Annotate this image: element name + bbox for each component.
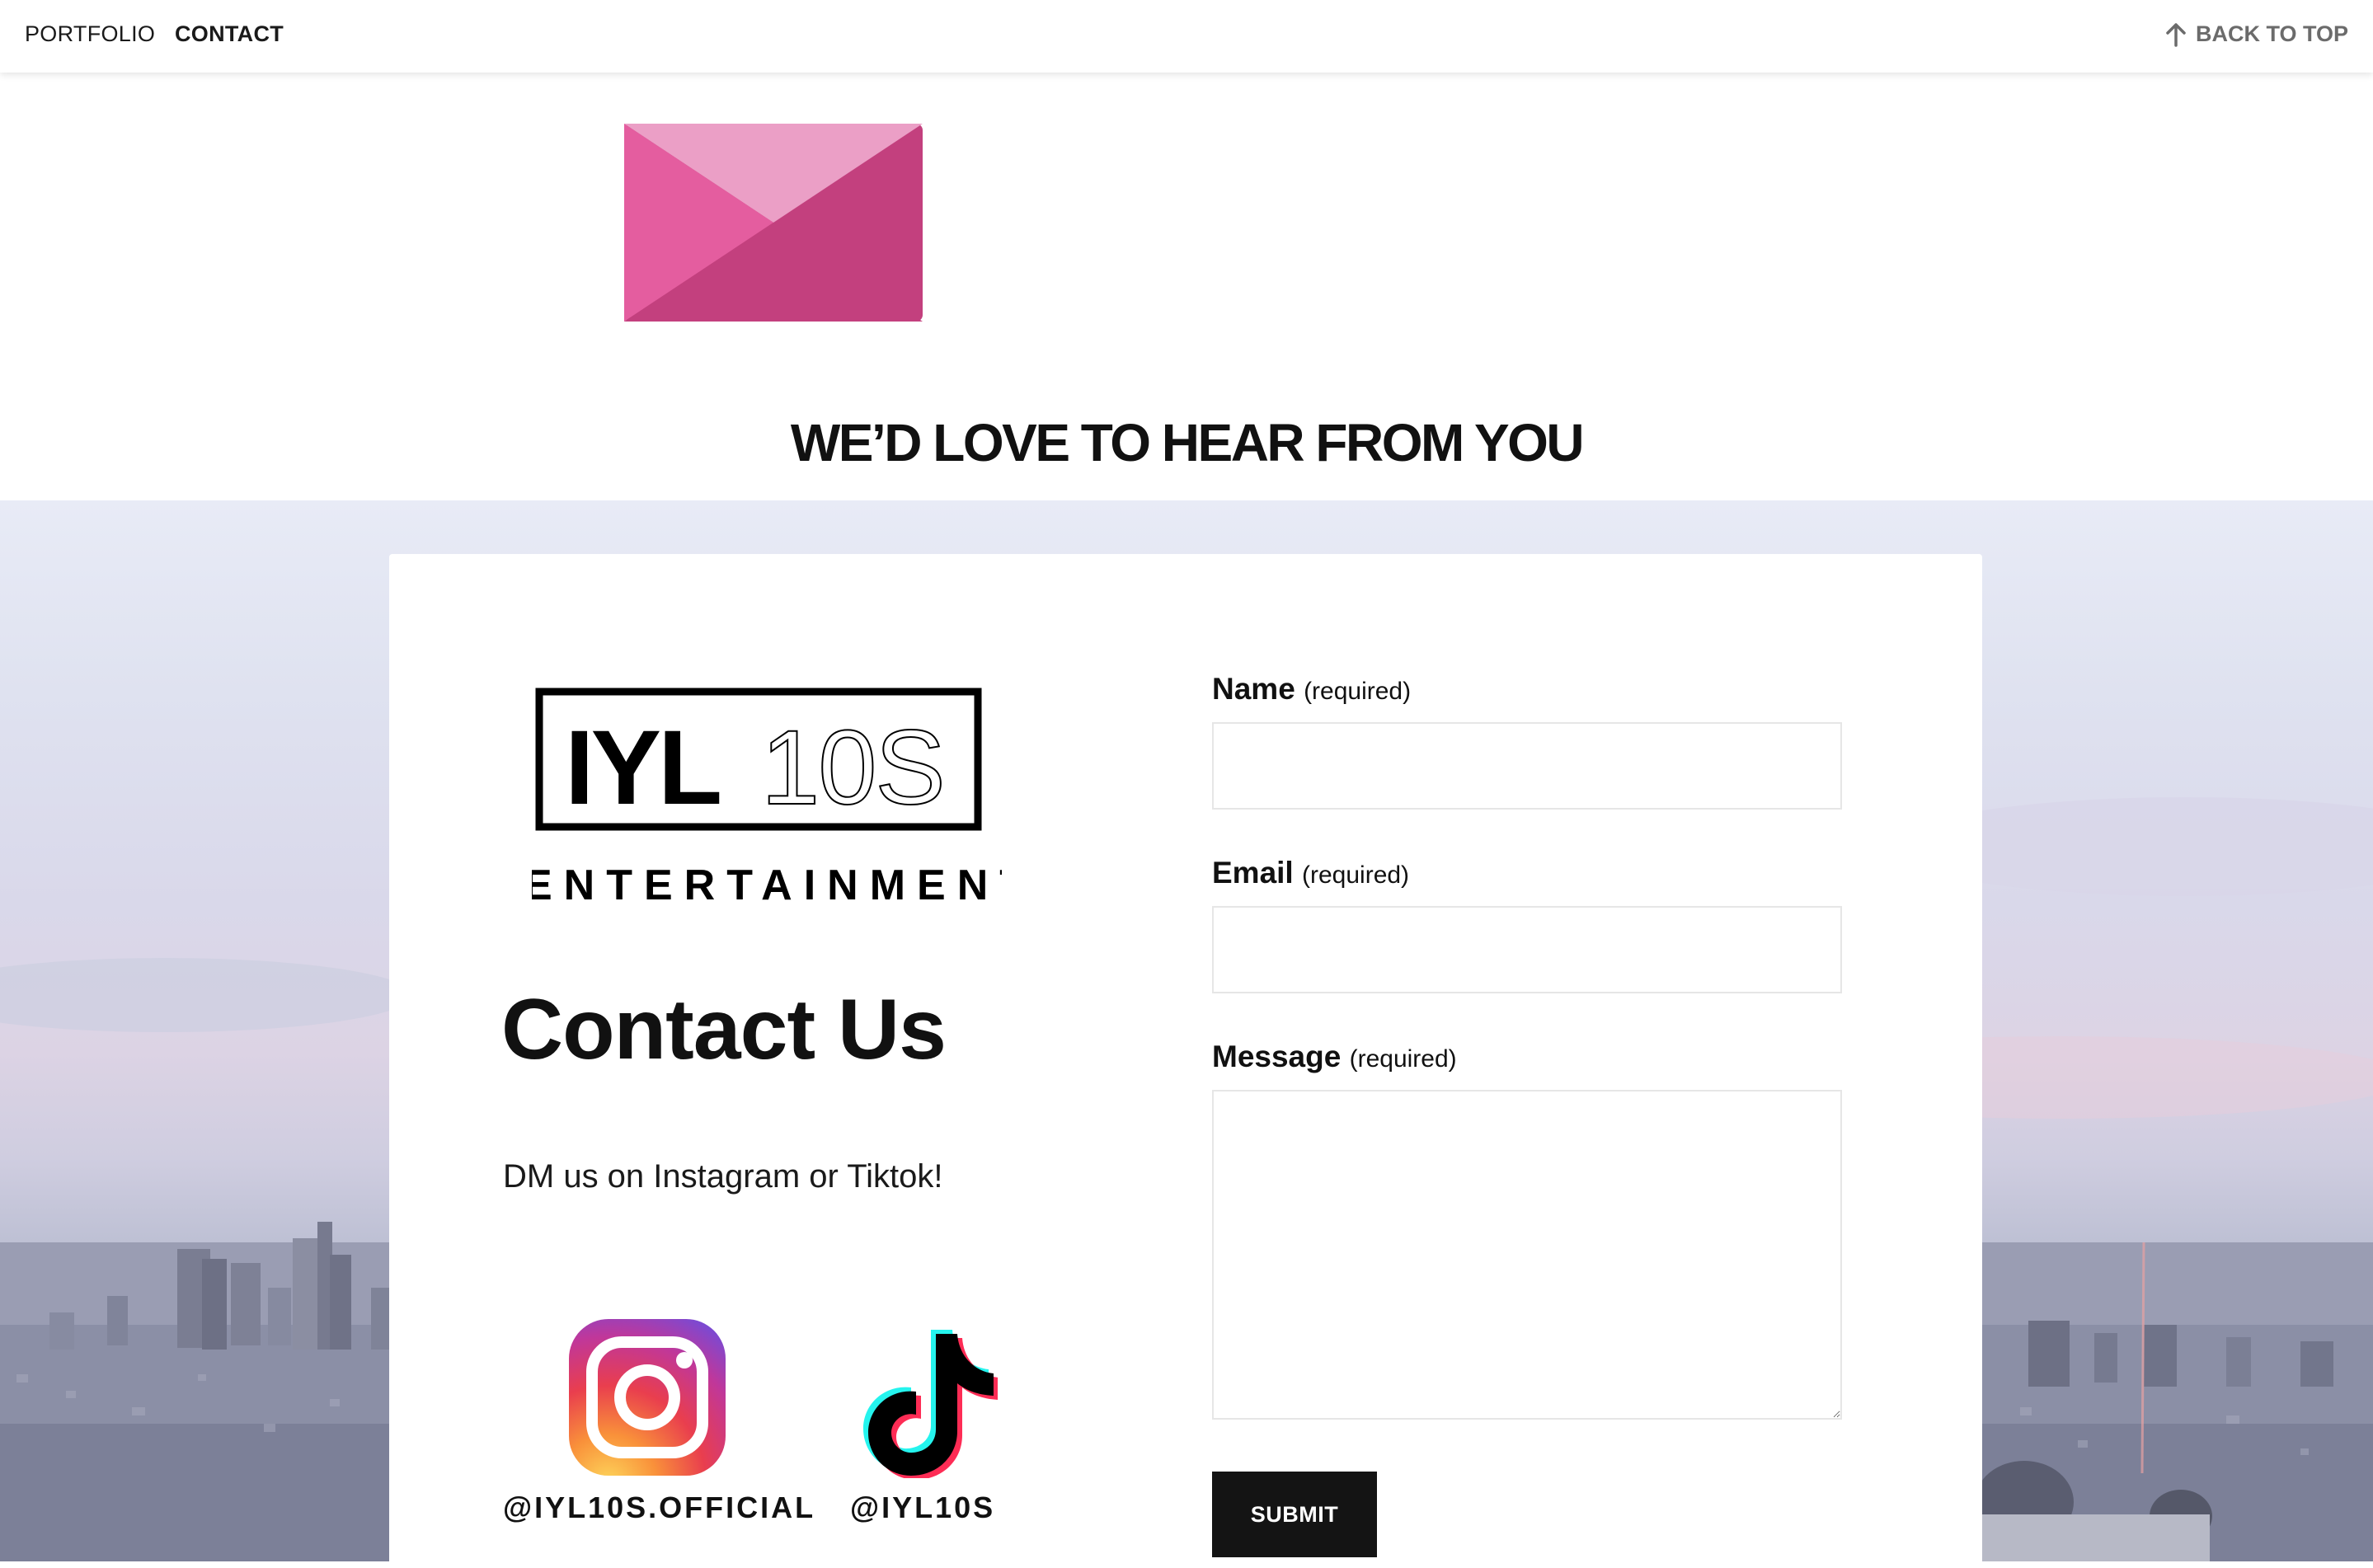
email-label: Email (required) — [1212, 856, 1409, 890]
name-label-text: Name — [1212, 672, 1295, 706]
contact-title: Contact Us — [501, 982, 947, 1077]
top-navigation-bar: PORTFOLIO CONTACT BACK TO TOP — [0, 0, 2373, 73]
message-label-text: Message — [1212, 1040, 1342, 1073]
envelope-icon — [624, 124, 923, 322]
iyl10s-logo: IYL 10S ENTERTAINMENT — [532, 688, 1002, 909]
email-required-text: (required) — [1302, 861, 1410, 889]
message-label: Message (required) — [1212, 1040, 1457, 1074]
nav-contact-link[interactable]: CONTACT — [175, 21, 284, 47]
svg-text:IYL: IYL — [565, 709, 720, 827]
svg-text:10S: 10S — [761, 709, 944, 827]
tiktok-icon[interactable] — [853, 1317, 998, 1478]
back-to-top-label: BACK TO TOP — [2195, 21, 2348, 46]
name-required-text: (required) — [1304, 678, 1412, 705]
page-heading: WE’D LOVE TO HEAR FROM YOU — [790, 413, 1585, 472]
nav-portfolio-link[interactable]: PORTFOLIO — [25, 21, 155, 47]
submit-button[interactable]: SUBMIT — [1212, 1472, 1377, 1557]
arrow-up-icon — [2166, 22, 2186, 47]
message-required-text: (required) — [1349, 1045, 1457, 1073]
email-input[interactable] — [1212, 906, 1842, 993]
email-label-text: Email — [1212, 856, 1294, 890]
name-label: Name (required) — [1212, 672, 1411, 707]
name-input[interactable] — [1212, 722, 1842, 810]
instagram-handle[interactable]: @IYL10S.OFFICIAL — [503, 1491, 815, 1525]
instagram-icon[interactable] — [569, 1319, 726, 1476]
message-textarea[interactable] — [1212, 1090, 1842, 1420]
back-to-top-link[interactable]: BACK TO TOP — [2164, 21, 2348, 47]
tiktok-handle[interactable]: @IYL10S — [850, 1491, 995, 1525]
svg-text:ENTERTAINMENT: ENTERTAINMENT — [532, 861, 1002, 909]
contact-subtitle: DM us on Instagram or Tiktok! — [503, 1158, 943, 1195]
